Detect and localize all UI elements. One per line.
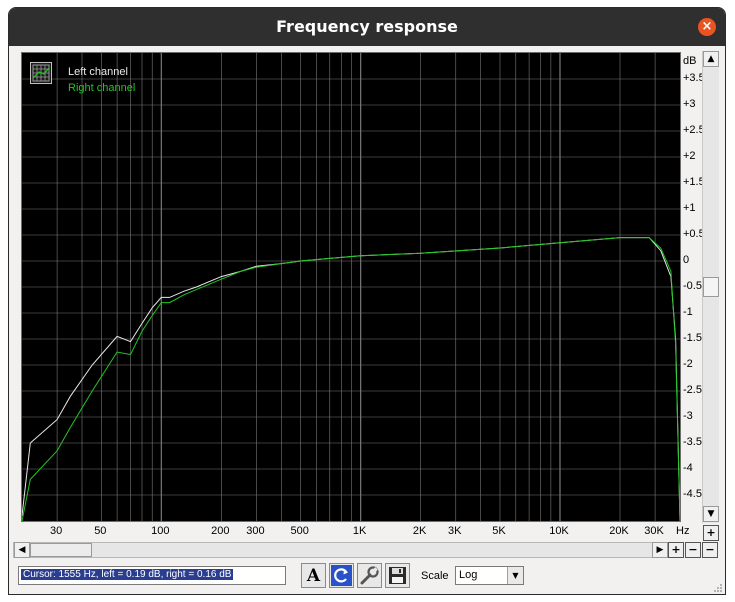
db-axis: dB +3.5 +3 +2.5 +2 +1.5 +1 +0.5 0 -0.5 -1 -1.5 -2 -2… [681, 52, 705, 522]
db-tick-label: -2 [683, 358, 693, 370]
frequency-tick-label: 1K [352, 525, 367, 537]
save-icon [389, 567, 406, 584]
resize-grip-icon[interactable] [713, 583, 723, 593]
db-tick-label: -0.5 [683, 280, 702, 292]
db-tick-label: -1.5 [683, 332, 702, 344]
status-bar: Cursor: 1555 Hz, left = 0.19 dB, right =… [9, 562, 725, 594]
vertical-scrollbar[interactable]: ▲ ▼ [702, 51, 719, 523]
frequency-tick-label: 30K [644, 525, 664, 537]
font-icon: A [306, 565, 321, 586]
vertical-scroll-thumb[interactable] [703, 277, 719, 297]
scroll-down-icon[interactable]: ▼ [703, 506, 719, 522]
title-bar: Frequency response × [9, 8, 725, 46]
frequency-tick-label: 10K [549, 525, 569, 537]
db-tick-label: +3 [683, 98, 696, 110]
hz-unit-label: Hz [676, 525, 690, 537]
zoom-out-icon[interactable]: − [685, 542, 701, 558]
db-tick-label: -3.5 [683, 436, 702, 448]
scale-selected-value: Log [459, 569, 478, 581]
cursor-readout-text: Cursor: 1555 Hz, left = 0.19 dB, right =… [21, 569, 234, 580]
frequency-axis: 30 50 100 200 300 500 1K 2K 3K 5K 10K 20K 30K [21, 523, 681, 541]
series-line-right [22, 237, 680, 521]
frequency-tick-label: 5K [492, 525, 506, 537]
cursor-readout-field[interactable]: Cursor: 1555 Hz, left = 0.19 dB, right =… [18, 566, 286, 585]
db-unit-label: dB [683, 55, 697, 67]
legend-grid-icon[interactable] [30, 62, 52, 84]
frequency-tick-label: 3K [448, 525, 462, 537]
frequency-tick-label: 20K [609, 525, 629, 537]
zoom-out-icon[interactable]: − [702, 542, 718, 558]
scale-label: Scale [421, 570, 449, 582]
save-button[interactable] [385, 563, 410, 588]
legend-left-channel: Left channel [68, 66, 128, 78]
db-tick-label: 0 [683, 254, 690, 266]
refresh-button[interactable] [329, 563, 354, 588]
frequency-tick-label: 300 [246, 525, 265, 537]
legend-right-channel: Right channel [68, 82, 136, 94]
frequency-response-window: Frequency response × Left channel Right … [8, 7, 726, 595]
scale-dropdown[interactable]: Log ▼ [455, 566, 524, 585]
db-tick-label: -4 [683, 462, 693, 474]
db-tick-label: -4.5 [683, 488, 702, 500]
frequency-tick-label: 2K [412, 525, 427, 537]
zoom-in-icon[interactable]: + [668, 542, 684, 558]
db-tick-label: -1 [683, 306, 693, 318]
horizontal-scroll-thumb[interactable] [30, 543, 92, 557]
window-title: Frequency response [276, 17, 458, 36]
frequency-plot[interactable]: Left channel Right channel [21, 52, 681, 522]
db-tick-label: +1 [683, 202, 696, 214]
scroll-left-icon[interactable]: ◀ [14, 542, 30, 558]
refresh-icon [331, 565, 352, 586]
series-line-left [22, 237, 680, 521]
frequency-tick-label: 500 [290, 525, 309, 537]
scroll-up-icon[interactable]: ▲ [703, 51, 719, 67]
frequency-tick-label: 50 [94, 525, 107, 537]
font-button[interactable]: A [301, 563, 326, 588]
db-tick-label: -2.5 [683, 384, 702, 396]
close-button[interactable]: × [698, 18, 716, 36]
horizontal-scrollbar[interactable]: ◀ ▶ [13, 542, 668, 558]
scroll-right-icon[interactable]: ▶ [652, 542, 668, 558]
dropdown-arrow-icon: ▼ [507, 567, 523, 584]
db-tick-label: -3 [683, 410, 693, 422]
frequency-tick-label: 30 [49, 525, 63, 537]
frequency-tick-label: 200 [211, 525, 230, 537]
zoom-in-icon[interactable]: + [703, 525, 719, 541]
frequency-tick-label: 100 [151, 525, 170, 537]
graph-canvas[interactable] [22, 53, 680, 521]
db-tick-label: +2 [683, 150, 696, 162]
settings-button[interactable] [357, 563, 382, 588]
wrench-icon [360, 566, 379, 585]
